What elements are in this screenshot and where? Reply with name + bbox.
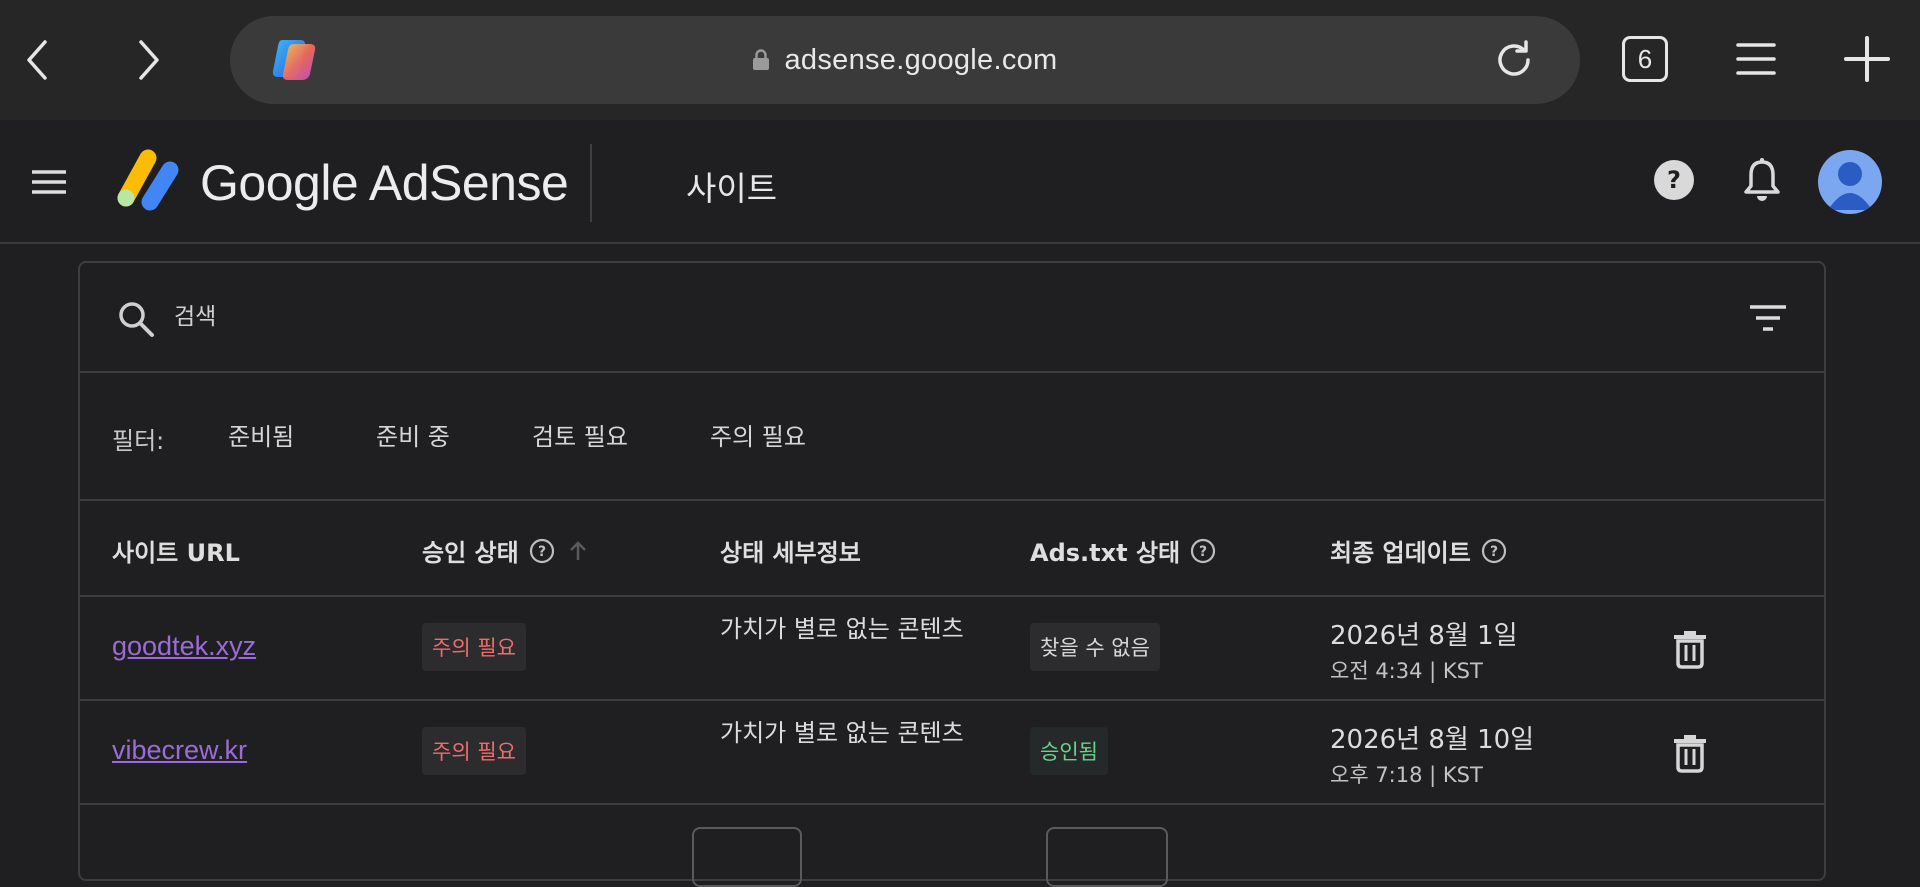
- last-updated-date: 2026년 8월 10일: [1330, 725, 1535, 755]
- browser-toolbar: adsense.google.com 6: [0, 0, 1920, 120]
- lock-icon: [753, 49, 770, 70]
- svg-text:?: ?: [1667, 166, 1681, 194]
- address-bar[interactable]: adsense.google.com: [230, 16, 1580, 104]
- trash-icon[interactable]: [1672, 733, 1708, 773]
- search-icon: [119, 302, 154, 337]
- header-divider: [590, 144, 592, 222]
- last-updated-time: 오전 4:34 | KST: [1330, 659, 1483, 683]
- back-icon: [27, 40, 47, 80]
- col-ads-txt-status[interactable]: Ads.txt 상태 ?: [1030, 533, 1216, 568]
- svg-text:?: ?: [1490, 544, 1498, 560]
- col-status-detail[interactable]: 상태 세부정보: [720, 533, 861, 568]
- svg-text:?: ?: [538, 544, 546, 560]
- bell-icon: [1744, 158, 1780, 201]
- ads-txt-badge: 찾을 수 없음: [1030, 623, 1160, 671]
- notifications-button[interactable]: [1742, 156, 1782, 204]
- filter-chip-attention-needed[interactable]: 주의 필요: [710, 417, 806, 452]
- page-title: 사이트: [686, 169, 778, 208]
- svg-text:?: ?: [1199, 544, 1207, 560]
- url-text[interactable]: adsense.google.com: [784, 44, 1057, 77]
- new-tab-button[interactable]: [1840, 32, 1894, 86]
- reload-button[interactable]: [1490, 36, 1538, 84]
- table-row: goodtek.xyz 주의 필요 가치가 별로 없는 콘텐츠 찾을 수 없음 …: [80, 597, 1824, 701]
- hamburger-icon: [32, 170, 66, 194]
- sort-arrow-icon[interactable]: [565, 538, 591, 564]
- avatar-icon: [1828, 162, 1872, 210]
- app-header: Google AdSense 사이트 ?: [0, 120, 1920, 244]
- pagination-button[interactable]: [692, 827, 802, 887]
- trash-icon[interactable]: [1672, 629, 1708, 669]
- table-header: 사이트 URL 승인 상태 ? 상태 세부정보 Ads.txt 상태 ? 최종 …: [80, 501, 1824, 597]
- reload-icon: [1498, 40, 1530, 76]
- status-detail: 가치가 별로 없는 콘텐츠: [720, 719, 964, 747]
- main-menu-button[interactable]: [26, 160, 72, 204]
- browser-menu-button[interactable]: [1730, 36, 1782, 82]
- last-updated-time: 오후 7:18 | KST: [1330, 763, 1483, 787]
- pagination-button[interactable]: [1046, 827, 1168, 887]
- new-tab-icon: [1844, 36, 1890, 82]
- status-detail: 가치가 별로 없는 콘텐츠: [720, 615, 964, 643]
- col-last-updated[interactable]: 최종 업데이트 ?: [1330, 533, 1507, 568]
- table-row: vibecrew.kr 주의 필요 가치가 별로 없는 콘텐츠 승인됨 2026…: [80, 701, 1824, 805]
- info-icon[interactable]: ?: [1481, 538, 1507, 564]
- approval-badge: 주의 필요: [422, 727, 526, 775]
- back-button[interactable]: [8, 32, 68, 88]
- filter-label: 필터:: [112, 427, 165, 455]
- search-input[interactable]: [174, 293, 1574, 341]
- info-icon[interactable]: ?: [529, 538, 555, 564]
- col-site-url[interactable]: 사이트 URL: [112, 533, 240, 568]
- menu-icon: [1736, 43, 1776, 75]
- filter-chip-preparing[interactable]: 준비 중: [376, 417, 450, 452]
- tab-count: 6: [1637, 43, 1653, 74]
- last-updated-date: 2026년 8월 1일: [1330, 621, 1518, 651]
- forward-button[interactable]: [118, 32, 178, 88]
- info-icon[interactable]: ?: [1190, 538, 1216, 564]
- site-link[interactable]: vibecrew.kr: [112, 735, 247, 766]
- sites-card: 필터: 준비됨 준비 중 검토 필요 주의 필요 사이트 URL 승인 상태 ?…: [78, 261, 1826, 887]
- tabs-button[interactable]: 6: [1622, 36, 1668, 82]
- help-button[interactable]: ?: [1652, 158, 1696, 202]
- account-avatar[interactable]: [1818, 150, 1882, 214]
- brand-name: Google AdSense: [200, 155, 569, 211]
- forward-icon: [139, 40, 159, 80]
- ads-txt-badge: 승인됨: [1030, 727, 1108, 775]
- search-row: [80, 263, 1824, 373]
- help-icon: ?: [1654, 160, 1694, 200]
- filter-chip-ready[interactable]: 준비됨: [228, 417, 294, 452]
- filter-row: 필터: 준비됨 준비 중 검토 필요 주의 필요: [80, 373, 1824, 501]
- site-link[interactable]: goodtek.xyz: [112, 631, 256, 662]
- col-approval-status[interactable]: 승인 상태 ?: [422, 533, 591, 568]
- approval-badge: 주의 필요: [422, 623, 526, 671]
- filter-chip-review-needed[interactable]: 검토 필요: [532, 417, 628, 452]
- filter-icon[interactable]: [1748, 303, 1788, 335]
- adsense-logo[interactable]: [110, 148, 180, 214]
